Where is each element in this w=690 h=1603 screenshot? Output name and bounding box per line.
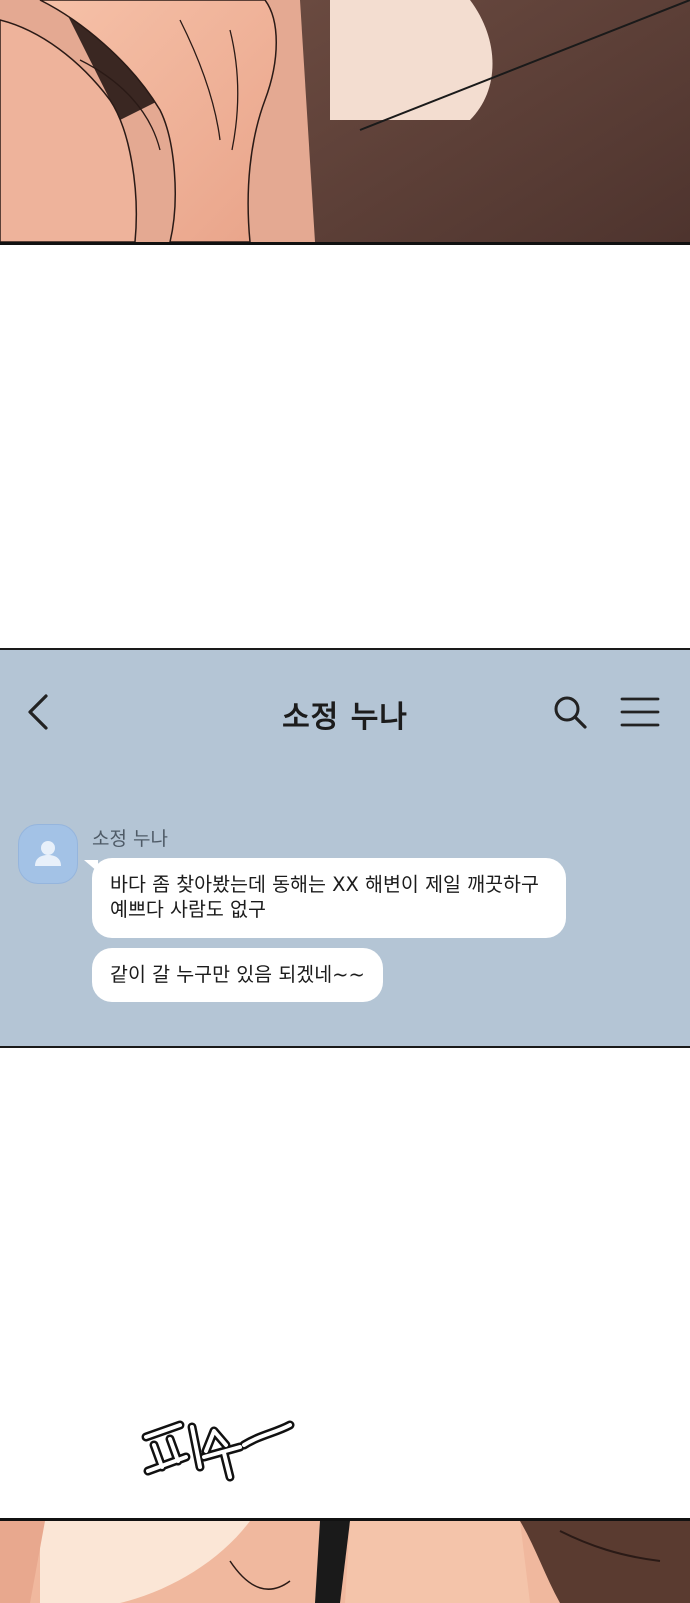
hand-phone-illustration [0,0,690,242]
sound-effect-lettering [140,1405,300,1495]
person-icon [35,841,61,866]
message-line: 예쁘다 사람도 없구 [110,898,266,921]
faces-illustration [0,1521,690,1603]
chat-screen: 소정 누나 소정 누나 바다 좀 찾아봤는데 동해는 XX 해변이 제일 깨끗하… [0,648,690,1048]
search-button[interactable] [552,694,588,730]
bottom-panel-illustration [0,1518,690,1603]
sender-name: 소정 누나 [92,828,168,850]
menu-button[interactable] [620,696,660,728]
message-line: 같이 갈 누구만 있음 되겠네~~ [110,963,365,986]
message-bubble[interactable]: 같이 갈 누구만 있음 되겠네~~ [92,948,383,1002]
top-panel-illustration [0,0,690,245]
message-bubble[interactable]: 바다 좀 찾아봤는데 동해는 XX 해변이 제일 깨끗하구 예쁘다 사람도 없구 [84,858,566,938]
sfx-drawing [141,1420,295,1482]
avatar[interactable] [18,824,78,884]
search-icon [554,696,587,729]
message-line: 바다 좀 찾아봤는데 동해는 XX 해변이 제일 깨끗하구 [110,873,539,896]
hamburger-menu-icon [620,697,660,727]
